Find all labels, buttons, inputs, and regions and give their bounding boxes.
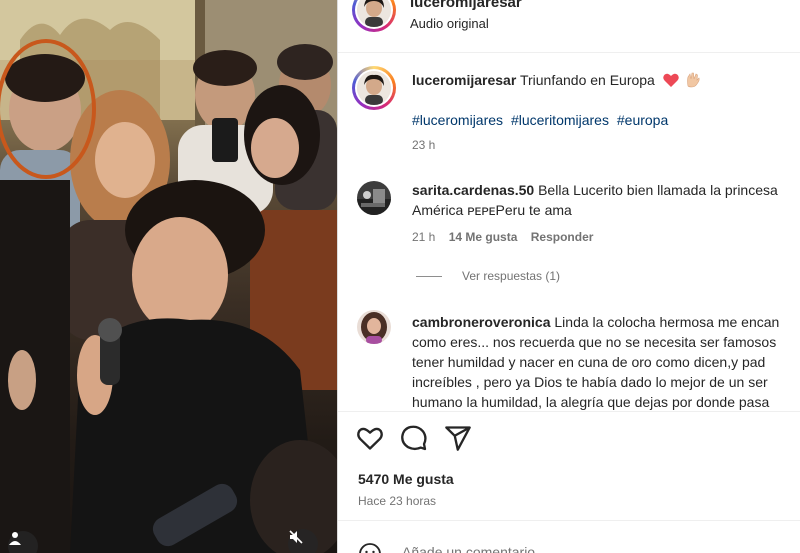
comment-meta: 21 h 14 Me gusta Responder xyxy=(412,230,603,244)
comment-text: humano la humildad, la alegría que dejas… xyxy=(412,394,770,410)
hashtag-link[interactable]: #luceritomijares xyxy=(511,112,609,128)
view-replies-button[interactable]: Ver respuestas (1) xyxy=(416,269,560,283)
commenter-avatar[interactable] xyxy=(357,310,391,344)
video-frame xyxy=(0,0,337,553)
caption-avatar[interactable] xyxy=(352,66,396,110)
view-replies-label: Ver respuestas (1) xyxy=(462,269,561,283)
comment-input[interactable]: Añade un comentario... xyxy=(402,544,547,553)
comment-text: como eres... nos recuerda que no se nece… xyxy=(412,334,777,350)
comment-time[interactable]: 21 h xyxy=(412,230,435,244)
post-header: luceromijaresar Audio original xyxy=(338,0,800,52)
caption-time[interactable]: 23 h xyxy=(412,138,435,152)
header-divider xyxy=(338,52,800,53)
comment-text: tener humildad y nacer en cuna de oro co… xyxy=(412,354,766,370)
comment-text: Bella Lucerito bien llamada la princesa xyxy=(538,182,778,198)
comment-text: increíbles , pero ya Dios te había dado … xyxy=(412,374,768,390)
author-avatar[interactable] xyxy=(352,0,396,32)
hashtag-list: #luceromijares #luceritomijares #europa xyxy=(412,112,672,128)
commenter-username[interactable]: sarita.cardenas.50 xyxy=(412,182,534,198)
commenter-avatar[interactable] xyxy=(357,181,391,215)
panel-divider xyxy=(337,0,338,553)
caption-text: luceromijaresar Triunfando en Europa xyxy=(412,72,800,88)
caption-username[interactable]: luceromijaresar xyxy=(412,72,516,88)
comment-icon[interactable] xyxy=(400,424,428,452)
audio-label[interactable]: Audio original xyxy=(410,16,489,31)
caption-body: Triunfando en Europa xyxy=(519,72,655,88)
commenter-username[interactable]: cambroneroveronica xyxy=(412,314,551,330)
emoji-icon[interactable] xyxy=(358,542,382,553)
hashtag-link[interactable]: #europa xyxy=(617,112,668,128)
vulcan-salute-icon xyxy=(686,72,700,88)
author-username[interactable]: luceromijaresar xyxy=(410,0,522,11)
hashtag-link[interactable]: #luceromijares xyxy=(412,112,503,128)
comment-text: América ᴘᴇᴘᴇPeru te ama xyxy=(412,202,572,218)
post-time[interactable]: Hace 23 horas xyxy=(358,494,436,508)
comment-line: sarita.cardenas.50 Bella Lucerito bien l… xyxy=(412,181,778,200)
comment-likes[interactable]: 14 Me gusta xyxy=(449,230,518,244)
replies-dash xyxy=(416,275,442,277)
reply-button[interactable]: Responder xyxy=(531,230,594,244)
comment-divider xyxy=(338,520,800,521)
action-bar xyxy=(338,412,800,464)
tag-user-icon[interactable] xyxy=(8,531,38,553)
comment-text: Linda la colocha hermosa me encan xyxy=(554,314,780,330)
mute-icon[interactable] xyxy=(288,529,318,553)
red-heart-icon xyxy=(663,73,679,87)
comment-line: cambroneroveronica Linda la colocha herm… xyxy=(412,313,779,332)
add-comment-bar: Añade un comentario... xyxy=(338,530,800,553)
share-icon[interactable] xyxy=(444,424,472,452)
post-video[interactable] xyxy=(0,0,337,553)
heart-icon[interactable] xyxy=(356,424,384,452)
like-count[interactable]: 5470 Me gusta xyxy=(358,471,454,487)
